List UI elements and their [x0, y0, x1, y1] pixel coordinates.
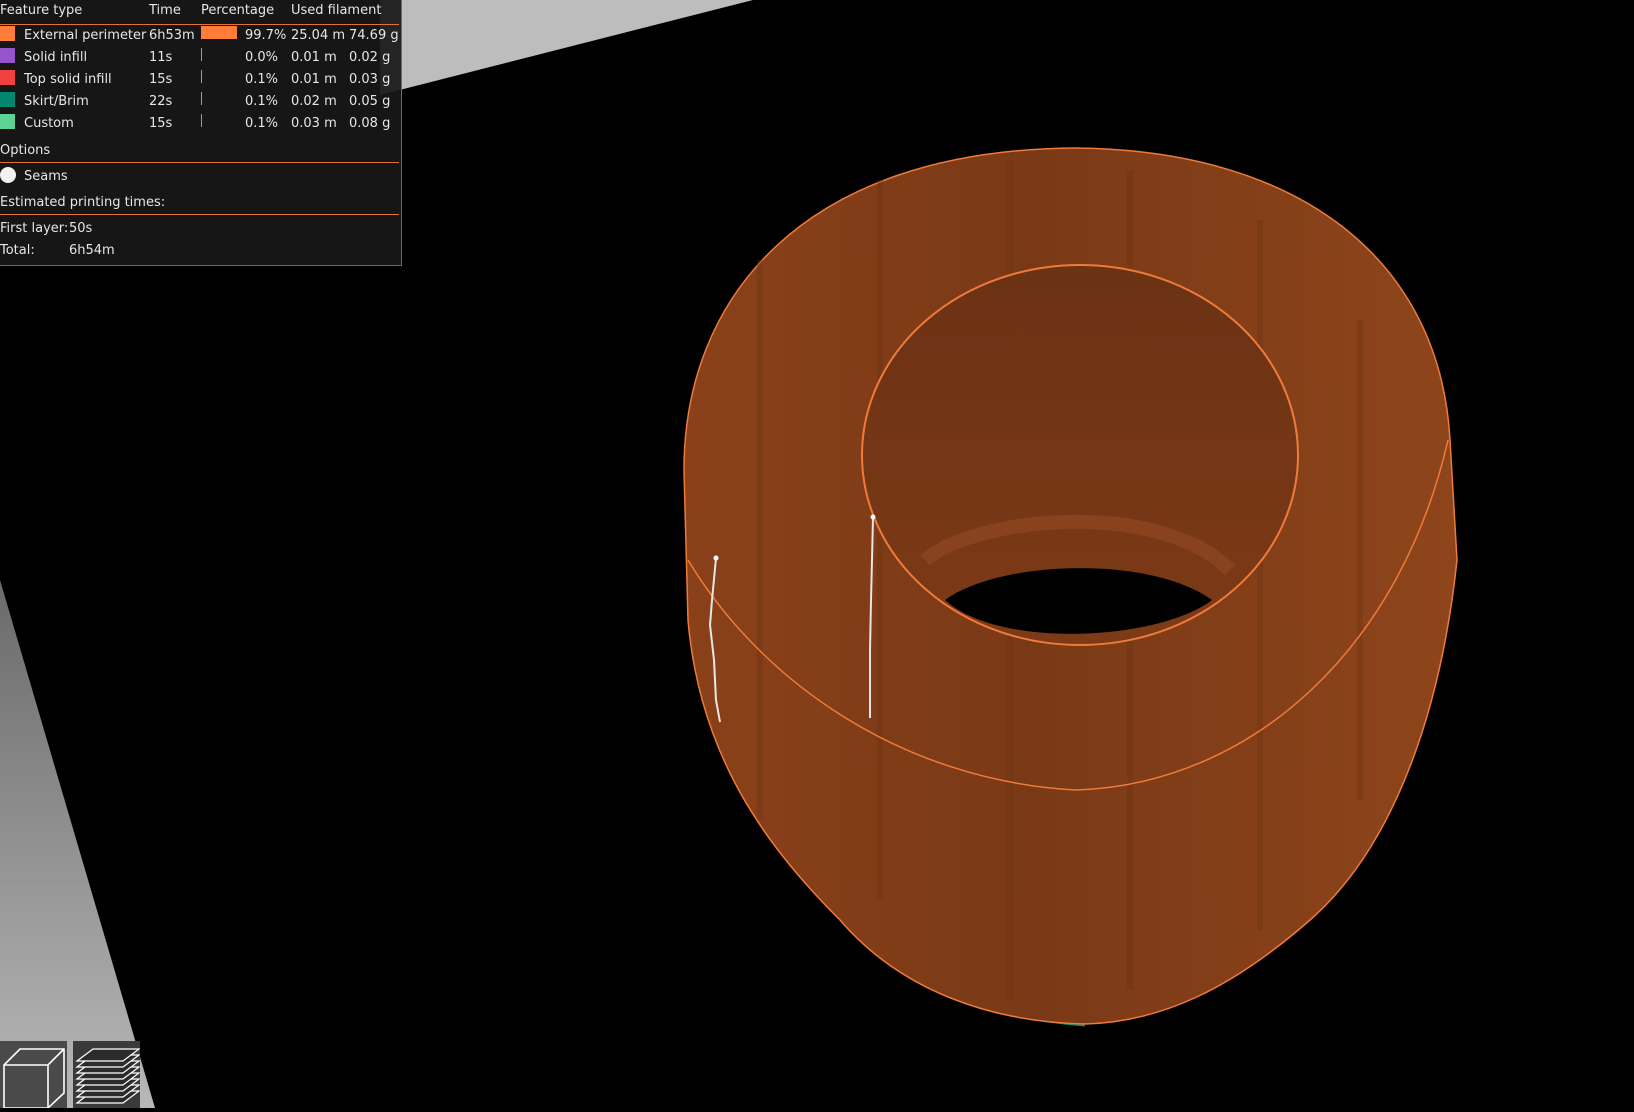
feature-name: Skirt/Brim: [24, 94, 89, 109]
header-separator: [0, 24, 399, 25]
feature-weight: 0.05 g: [349, 94, 391, 109]
feature-percentage: 0.1%: [245, 94, 279, 109]
feature-percentage: 0.0%: [245, 50, 279, 65]
feature-percentage: 99.7%: [245, 28, 287, 43]
feature-time: 15s: [149, 116, 173, 131]
legend-feature-row[interactable]: External perimeter 6h53m 99.7% 25.04 m 74.69…: [0, 26, 402, 46]
print-bed-top: [380, 0, 753, 95]
feature-name: Top solid infill: [24, 72, 112, 87]
feature-length: 0.02 m: [291, 94, 337, 109]
feature-color-swatch: [0, 26, 15, 41]
header-used-filament: Used filament: [291, 3, 382, 18]
options-title: Options: [0, 143, 51, 158]
3d-view-button[interactable]: [0, 1041, 67, 1109]
feature-color-swatch: [0, 114, 15, 129]
feature-length: 0.01 m: [291, 50, 337, 65]
feature-color-swatch: [0, 48, 15, 63]
seams-label: Seams: [24, 169, 68, 184]
gcode-legend-panel: Feature type Time Percentage Used filame…: [0, 0, 402, 266]
options-separator: [0, 162, 399, 163]
feature-time: 22s: [149, 94, 173, 109]
feature-weight: 74.69 g: [349, 28, 399, 43]
estimated-separator: [0, 214, 399, 215]
feature-weight: 0.02 g: [349, 50, 391, 65]
feature-percentage: 0.1%: [245, 72, 279, 87]
feature-time: 6h53m: [149, 28, 195, 43]
feature-weight: 0.03 g: [349, 72, 391, 87]
feature-percentage-bar: [201, 92, 202, 105]
first-layer-row: First layer: 50s: [0, 219, 402, 239]
feature-color-swatch: [0, 70, 15, 85]
legend-feature-row[interactable]: Skirt/Brim 22s 0.1% 0.02 m 0.05 g: [0, 92, 402, 112]
feature-name: External perimeter: [24, 28, 147, 43]
legend-feature-row[interactable]: Custom 15s 0.1% 0.03 m 0.08 g: [0, 114, 402, 134]
seam-point: [713, 555, 719, 561]
header-percentage: Percentage: [201, 3, 275, 18]
feature-percentage-bar: [201, 26, 237, 39]
feature-length: 25.04 m: [291, 28, 346, 43]
legend-header-row: Feature type Time Percentage Used filame…: [0, 1, 402, 21]
layers-view-button[interactable]: [73, 1041, 141, 1108]
feature-time: 11s: [149, 50, 173, 65]
estimated-title-row: Estimated printing times:: [0, 193, 402, 213]
feature-percentage-bar: [201, 70, 202, 83]
seams-option[interactable]: Seams: [0, 167, 402, 187]
first-layer-value: 50s: [69, 221, 93, 236]
seam-point: [870, 514, 876, 520]
feature-percentage-bar: [201, 114, 202, 127]
options-title-row: Options: [0, 141, 402, 161]
feature-name: Custom: [24, 116, 74, 131]
legend-feature-row[interactable]: Top solid infill 15s 0.1% 0.01 m 0.03 g: [0, 70, 402, 90]
feature-percentage-bar: [201, 48, 202, 61]
legend-feature-row[interactable]: Solid infill 11s 0.0% 0.01 m 0.02 g: [0, 48, 402, 68]
feature-color-swatch: [0, 92, 15, 107]
seams-toggle-icon[interactable]: [0, 167, 16, 183]
feature-length: 0.01 m: [291, 72, 337, 87]
header-time: Time: [149, 3, 181, 18]
feature-weight: 0.08 g: [349, 116, 391, 131]
total-label: Total:: [0, 243, 35, 258]
header-feature-type: Feature type: [0, 3, 83, 18]
estimated-title: Estimated printing times:: [0, 195, 166, 210]
print-bed-left: [0, 580, 155, 1108]
3d-view-icon: [3, 1048, 65, 1109]
total-row: Total: 6h54m: [0, 241, 402, 261]
first-layer-label: First layer:: [0, 221, 69, 236]
feature-name: Solid infill: [24, 50, 88, 65]
feature-percentage: 0.1%: [245, 116, 279, 131]
total-value: 6h54m: [69, 243, 115, 258]
feature-time: 15s: [149, 72, 173, 87]
feature-length: 0.03 m: [291, 116, 337, 131]
layers-view-icon: [75, 1048, 141, 1104]
